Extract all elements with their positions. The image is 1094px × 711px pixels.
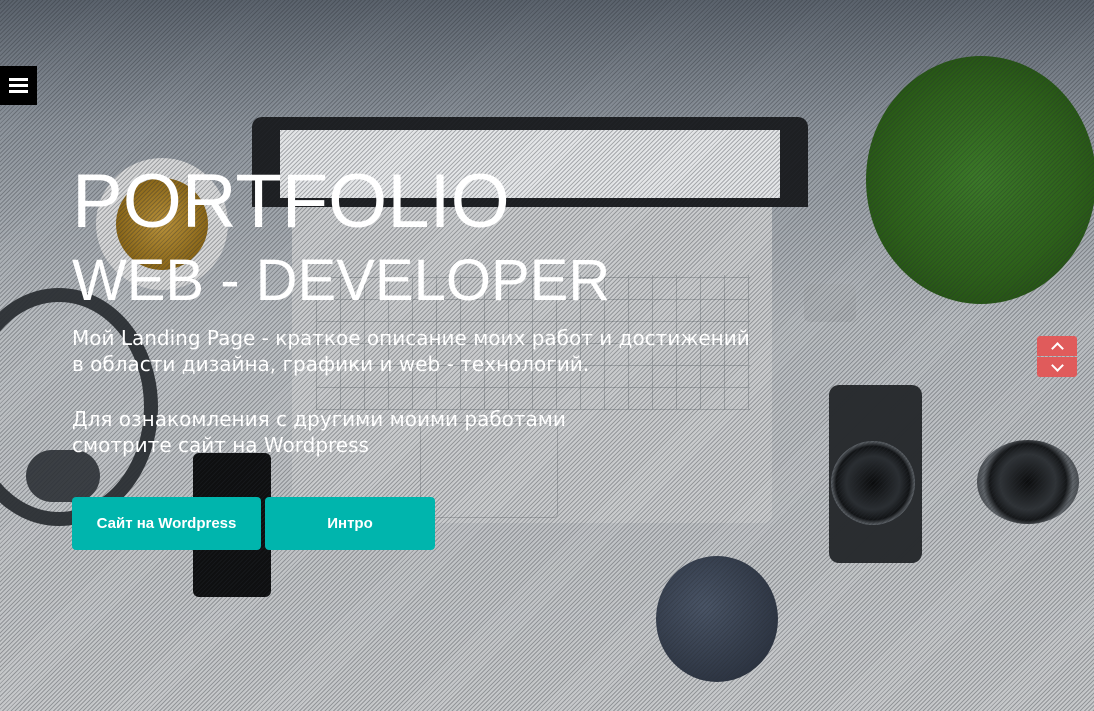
wordpress-site-button[interactable]: Сайт на Wordpress	[72, 497, 261, 550]
plant-image	[866, 56, 1094, 304]
chevron-down-icon	[1050, 358, 1064, 372]
spare-lens-image	[977, 440, 1079, 524]
hero-description-line: в области дизайна, графики и web - техно…	[72, 352, 590, 376]
computer-mouse-image	[656, 556, 778, 682]
scroll-up-button[interactable]	[1037, 336, 1077, 356]
chevron-up-icon	[1050, 341, 1064, 355]
hero-description: Мой Landing Page - краткое описание моих…	[72, 325, 762, 377]
hamburger-menu-icon	[9, 78, 28, 93]
hero-note: Для ознакомления с другими моими работам…	[72, 406, 762, 458]
hero-description-line: Мой Landing Page - краткое описание моих…	[72, 326, 750, 350]
intro-button[interactable]: Интро	[265, 497, 435, 550]
scroll-down-button[interactable]	[1037, 357, 1077, 377]
hero-note-line: смотрите сайт на Wordpress	[72, 433, 369, 457]
page-title: PORTFOLIO	[72, 159, 510, 244]
hero-section: PORTFOLIO WEB - DEVELOPER Мой Landing Pa…	[0, 0, 1094, 711]
usb-dongle-image	[804, 284, 856, 322]
hero-note-line: Для ознакомления с другими моими работам…	[72, 407, 566, 431]
menu-button[interactable]	[0, 66, 37, 105]
page-subtitle: WEB - DEVELOPER	[72, 248, 611, 313]
camera-lens-image	[831, 441, 915, 525]
